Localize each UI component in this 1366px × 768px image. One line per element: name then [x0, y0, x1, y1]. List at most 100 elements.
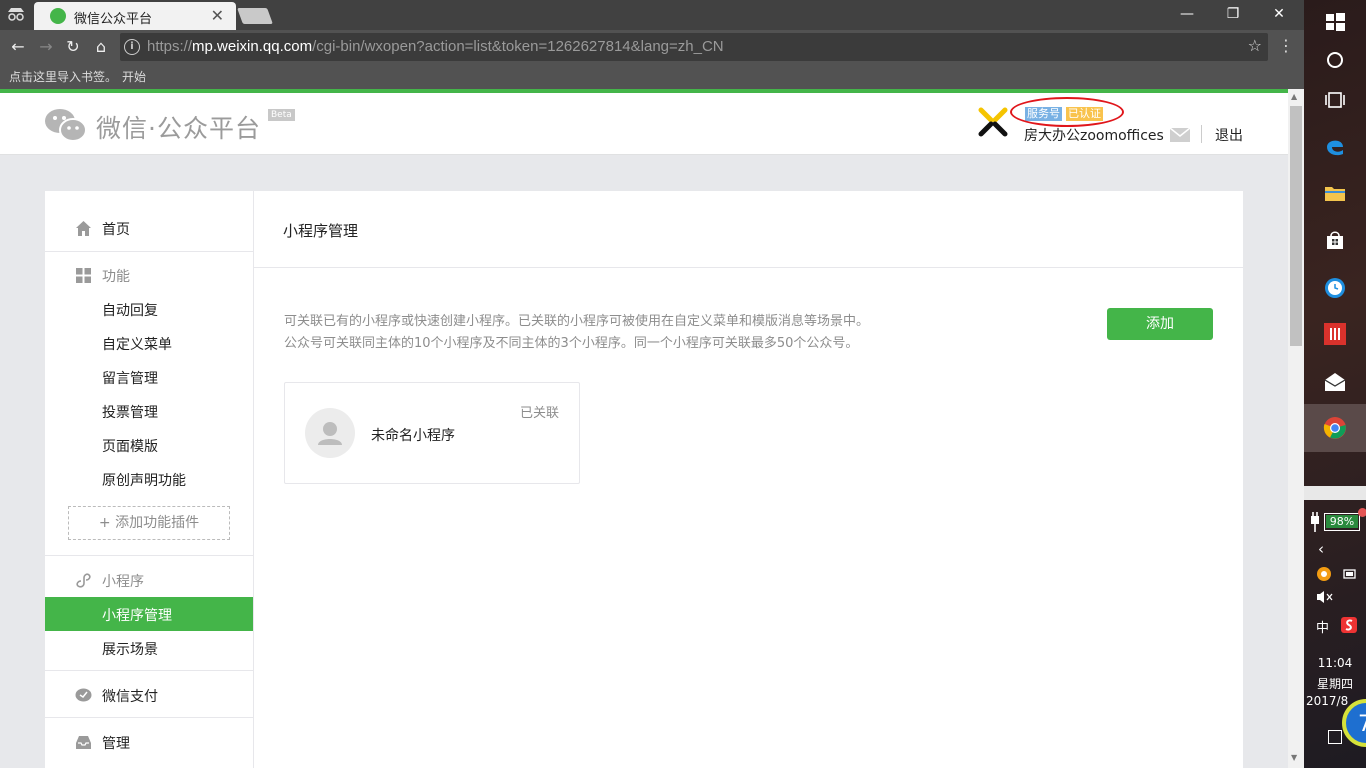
- sidebar-divider: [45, 670, 253, 671]
- description: 可关联已有的小程序或快速创建小程序。已关联的小程序可被使用在自定义菜单和模版消息…: [284, 311, 869, 355]
- sidebar-category-miniprogram: 小程序: [45, 563, 253, 597]
- new-tab-button[interactable]: [237, 8, 273, 24]
- sidebar-category-features: 功能: [45, 258, 253, 292]
- miniprogram-card[interactable]: 未命名小程序 已关联: [284, 382, 580, 484]
- site-header: 微信·公众平台 Beta 服务号 已认证 房大办公zoomoffices 退出: [0, 93, 1288, 155]
- main-panel: 小程序管理 可关联已有的小程序或快速创建小程序。已关联的小程序可被使用在自定义菜…: [254, 191, 1243, 768]
- close-tab-icon[interactable]: ✕: [211, 6, 224, 25]
- tray-app-orange-icon[interactable]: [1316, 566, 1332, 585]
- scroll-up-icon[interactable]: ▲: [1291, 92, 1297, 101]
- scroll-down-icon[interactable]: ▼: [1291, 753, 1297, 762]
- site-logo-text[interactable]: 微信·公众平台: [96, 109, 261, 145]
- link-icon: [75, 572, 92, 589]
- windows-start-icon[interactable]: [1323, 10, 1347, 34]
- sidebar-item-voting[interactable]: 投票管理: [45, 394, 253, 428]
- sogou-ime-icon[interactable]: [1341, 617, 1357, 636]
- minimize-button[interactable]: —: [1164, 2, 1210, 28]
- floating-badge-icon[interactable]: 7: [1340, 698, 1366, 748]
- ime-indicator[interactable]: 中: [1316, 617, 1329, 636]
- notification-dot: [1358, 508, 1366, 517]
- sidebar: 首页 功能 自动回复 自定义菜单 留言管理 投票管理 页面模版 原创声明功能 +…: [45, 191, 254, 768]
- chrome-icon[interactable]: [1323, 416, 1347, 440]
- cortana-search-icon[interactable]: [1323, 48, 1347, 72]
- tray-scrollbar[interactable]: [1304, 486, 1366, 500]
- title-divider: [254, 267, 1243, 268]
- miniprogram-name: 未命名小程序: [371, 428, 455, 444]
- header-separator: [1201, 125, 1202, 143]
- back-button[interactable]: ←: [7, 36, 29, 58]
- red-app-icon[interactable]: [1323, 322, 1347, 346]
- battery-indicator[interactable]: 98%: [1324, 513, 1360, 531]
- show-hidden-icons-chevron-icon[interactable]: ‹: [1318, 540, 1324, 558]
- edge-browser-icon[interactable]: [1323, 134, 1347, 158]
- home-button[interactable]: ⌂: [90, 36, 112, 58]
- sidebar-item-custom-menu[interactable]: 自定义菜单: [45, 326, 253, 360]
- svg-text:7: 7: [1358, 712, 1366, 737]
- sidebar-divider: [45, 717, 253, 718]
- clock-time[interactable]: 11:04: [1304, 656, 1366, 670]
- mail-app-icon[interactable]: [1323, 370, 1347, 394]
- incognito-icon: [6, 7, 28, 23]
- tab-title: 微信公众平台: [74, 12, 153, 27]
- bookmarks-bar: 点击这里导入书签。 开始: [0, 64, 1304, 90]
- battery-status-icon[interactable]: [1342, 566, 1358, 585]
- power-plug-icon: [1308, 512, 1322, 532]
- address-bar[interactable]: i https://mp.weixin.qq.com/cgi-bin/wxope…: [120, 33, 1268, 61]
- home-icon: [75, 220, 92, 237]
- add-plugin-button[interactable]: + 添加功能插件: [68, 506, 230, 540]
- tab-wechat-platform[interactable]: 微信公众平台 ✕: [34, 2, 236, 30]
- bookmarks-import-link[interactable]: 点击这里导入书签。: [9, 68, 117, 85]
- task-view-icon[interactable]: [1323, 88, 1347, 112]
- sidebar-item-comments[interactable]: 留言管理: [45, 360, 253, 394]
- beta-badge: Beta: [268, 109, 295, 121]
- file-explorer-icon[interactable]: [1323, 181, 1347, 205]
- logout-link[interactable]: 退出: [1215, 125, 1243, 145]
- page-content: 微信·公众平台 Beta 服务号 已认证 房大办公zoomoffices 退出: [0, 93, 1288, 768]
- url-text: https://mp.weixin.qq.com/cgi-bin/wxopen?…: [147, 38, 724, 55]
- annotation-ellipse: [1010, 97, 1124, 127]
- browser-toolbar: ← → ↻ ⌂ i https://mp.weixin.qq.com/cgi-b…: [0, 30, 1304, 64]
- info-icon[interactable]: i: [124, 39, 140, 55]
- sidebar-item-display-scenes[interactable]: 展示场景: [45, 631, 253, 665]
- description-line-2: 公众号可关联同主体的10个小程序及不同主体的3个小程序。同一个小程序可关联最多5…: [284, 336, 859, 351]
- reload-button[interactable]: ↻: [62, 36, 84, 58]
- clock-weekday: 星期四: [1316, 677, 1353, 691]
- wechat-favicon-icon: [50, 8, 66, 24]
- battery-percent: 98%: [1326, 515, 1358, 528]
- store-icon[interactable]: [1323, 228, 1347, 252]
- clock-app-icon[interactable]: [1323, 276, 1347, 300]
- forward-button[interactable]: →: [35, 36, 57, 58]
- wechat-pay-icon: [75, 687, 92, 704]
- account-name[interactable]: 房大办公zoomoffices: [1024, 125, 1164, 145]
- volume-muted-icon[interactable]: [1316, 589, 1334, 608]
- sidebar-item-wechat-pay[interactable]: 微信支付: [45, 678, 253, 712]
- close-window-button[interactable]: ✕: [1256, 2, 1302, 28]
- sidebar-item-home[interactable]: 首页: [45, 211, 253, 245]
- browser-window: 微信公众平台 ✕ — ❐ ✕ ← → ↻ ⌂ i https://mp.weix…: [0, 0, 1304, 768]
- bookmark-star-icon[interactable]: ☆: [1248, 36, 1262, 55]
- scrollbar-thumb[interactable]: [1290, 106, 1302, 346]
- wechat-logo-icon[interactable]: [44, 107, 88, 143]
- grid-icon: [75, 267, 92, 284]
- sidebar-item-page-templates[interactable]: 页面模版: [45, 428, 253, 462]
- account-avatar[interactable]: [977, 106, 1009, 138]
- sidebar-item-auto-reply[interactable]: 自动回复: [45, 292, 253, 326]
- sidebar-item-manage[interactable]: 管理: [45, 725, 253, 759]
- windows-taskbar: 98% ‹ 中 11:04 星期四 2017/8 7: [1304, 0, 1366, 768]
- tab-bar: 微信公众平台 ✕ — ❐ ✕: [0, 0, 1304, 30]
- sidebar-divider: [45, 251, 253, 252]
- restore-button[interactable]: ❐: [1210, 2, 1256, 28]
- sidebar-divider: [45, 555, 253, 556]
- browser-menu-icon[interactable]: ⋮: [1278, 36, 1294, 55]
- page-title: 小程序管理: [283, 222, 359, 240]
- page-scrollbar[interactable]: ▲ ▼: [1288, 89, 1304, 768]
- add-button[interactable]: 添加: [1107, 308, 1213, 340]
- description-line-1: 可关联已有的小程序或快速创建小程序。已关联的小程序可被使用在自定义菜单和模版消息…: [284, 314, 870, 329]
- sidebar-item-miniprogram-manage[interactable]: 小程序管理: [45, 597, 253, 631]
- inbox-icon: [75, 734, 92, 751]
- sidebar-item-original-declaration[interactable]: 原创声明功能: [45, 462, 253, 496]
- action-center-icon[interactable]: [1328, 730, 1342, 744]
- mail-icon[interactable]: [1169, 127, 1191, 142]
- miniprogram-status: 已关联: [519, 406, 559, 421]
- bookmarks-start-link[interactable]: 开始: [122, 68, 146, 85]
